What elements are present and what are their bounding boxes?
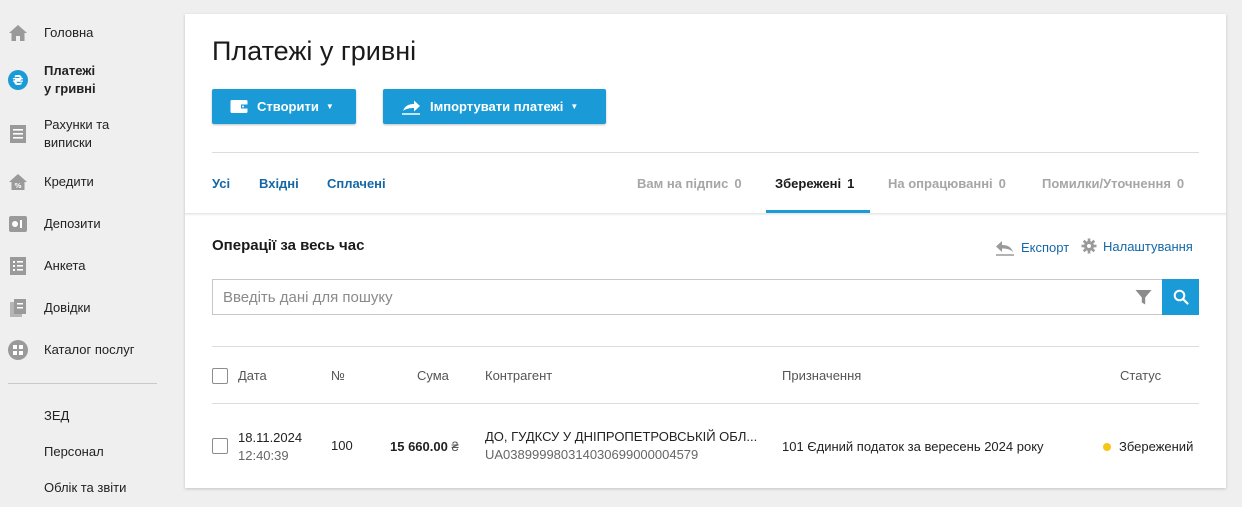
- sidebar-item-label: Головна: [44, 25, 94, 40]
- tab-label: Збережені: [775, 176, 842, 191]
- import-button-label: Імпортувати платежі: [430, 99, 564, 114]
- row-number: 100: [331, 438, 353, 453]
- sidebar-subitem-personnel[interactable]: Персонал: [44, 444, 104, 459]
- payments-card: Платежі у гривні Створити ▼ Імпортувати …: [185, 14, 1226, 488]
- tab-incoming[interactable]: Вхідні: [259, 176, 299, 191]
- sidebar-item-label: Платежі: [44, 63, 96, 78]
- form-icon: [8, 256, 28, 276]
- sidebar-item-label-line2: виписки: [44, 135, 92, 150]
- credit-icon: %: [8, 172, 28, 192]
- divider: [212, 152, 1199, 153]
- tab-errors[interactable]: Помилки/Уточнення 0: [1042, 176, 1184, 191]
- sidebar-item-label-line2: у гривні: [44, 81, 96, 96]
- settings-label: Налаштування: [1103, 238, 1193, 254]
- select-all-checkbox[interactable]: [212, 368, 228, 384]
- statement-icon: [8, 124, 28, 144]
- filter-icon[interactable]: [1135, 289, 1152, 309]
- table-header-divider: [212, 403, 1199, 404]
- tab-label: На опрацюванні: [888, 176, 993, 191]
- catalog-icon: [8, 340, 28, 360]
- sidebar-subitem-accounting[interactable]: Облік та звіти: [44, 480, 126, 495]
- search-icon: [1173, 289, 1189, 305]
- sidebar: Головна ₴ Платежі у гривні Рахунки та ви…: [0, 0, 170, 507]
- sidebar-item-docs[interactable]: Довідки: [0, 298, 170, 318]
- hryvnia-currency: ₴: [451, 439, 459, 454]
- sidebar-divider: [8, 383, 157, 384]
- sidebar-item-label: Депозити: [44, 216, 101, 231]
- sidebar-item-label: Довідки: [44, 300, 91, 315]
- sidebar-item-label: Кредити: [44, 174, 94, 189]
- search-box: [212, 279, 1199, 315]
- sidebar-item-payments[interactable]: ₴ Платежі у гривні: [0, 62, 170, 98]
- sidebar-subitem-zed[interactable]: ЗЕД: [44, 408, 69, 423]
- status-badge: Збережений: [1119, 439, 1194, 454]
- search-button[interactable]: [1162, 279, 1199, 315]
- tabs-shadow: [185, 213, 1226, 216]
- sidebar-item-home[interactable]: Головна: [0, 23, 170, 43]
- column-header-sum[interactable]: Сума: [417, 368, 449, 383]
- tab-paid[interactable]: Сплачені: [327, 176, 386, 191]
- row-sum: 15 660.00 ₴: [390, 439, 459, 454]
- tab-processing[interactable]: На опрацюванні 0: [888, 176, 1006, 191]
- operations-title: Операції за весь час: [212, 237, 365, 254]
- create-button-label: Створити: [257, 99, 319, 114]
- row-time: 12:40:39: [238, 448, 289, 463]
- export-label: Експорт: [1021, 239, 1070, 255]
- column-header-date[interactable]: Дата: [238, 368, 267, 383]
- tab-all[interactable]: Усі: [212, 176, 230, 191]
- sidebar-item-label: Рахунки та: [44, 117, 110, 132]
- tab-to-sign[interactable]: Вам на підпис 0: [637, 176, 742, 191]
- wallet-icon: [230, 99, 248, 114]
- row-checkbox[interactable]: [212, 438, 228, 454]
- row-purpose: 101 Єдиний податок за вересень 2024 року: [782, 439, 1044, 454]
- table-divider: [212, 346, 1199, 347]
- status-dot: [1103, 443, 1111, 451]
- gear-icon: [1081, 238, 1097, 254]
- column-header-counterparty[interactable]: Контрагент: [485, 368, 552, 383]
- svg-text:₴: ₴: [12, 74, 23, 89]
- column-header-purpose[interactable]: Призначення: [782, 368, 861, 383]
- row-iban: UA038999980314030699000004579: [485, 447, 699, 462]
- tab-count: 1: [847, 176, 855, 191]
- tab-label: Вам на підпис: [637, 176, 729, 191]
- column-header-status[interactable]: Статус: [1120, 368, 1161, 383]
- tab-count: 0: [998, 176, 1006, 191]
- docs-icon: [8, 298, 28, 318]
- sidebar-item-catalog[interactable]: Каталог послуг: [0, 340, 170, 360]
- column-header-number[interactable]: №: [331, 368, 345, 383]
- row-sum-value: 15 660.00: [390, 439, 448, 454]
- page-title: Платежі у гривні: [212, 36, 417, 66]
- home-icon: [8, 23, 28, 43]
- export-link[interactable]: Експорт: [995, 238, 1069, 256]
- deposit-icon: [8, 214, 28, 234]
- undo-arrow-icon: [995, 238, 1015, 256]
- chevron-down-icon: ▼: [325, 102, 334, 111]
- sidebar-item-statements[interactable]: Рахунки та виписки: [0, 116, 170, 152]
- share-arrow-icon: [401, 99, 421, 115]
- row-date: 18.11.2024: [238, 430, 303, 445]
- sidebar-item-deposits[interactable]: Депозити: [0, 214, 170, 234]
- import-payments-button[interactable]: Імпортувати платежі ▼: [383, 89, 606, 124]
- svg-text:%: %: [14, 182, 21, 190]
- tab-label: Помилки/Уточнення: [1042, 176, 1171, 191]
- row-counterparty: ДО, ГУДКСУ У ДНІПРОПЕТРОВСЬКІЙ ОБЛ...: [485, 429, 758, 444]
- chevron-down-icon: ▼: [570, 102, 579, 111]
- settings-link[interactable]: Налаштування: [1081, 238, 1193, 254]
- create-button[interactable]: Створити ▼: [212, 89, 356, 124]
- sidebar-item-label: Каталог послуг: [44, 342, 135, 357]
- tab-count: 0: [734, 176, 742, 191]
- tab-count: 0: [1176, 176, 1185, 191]
- search-input[interactable]: [213, 280, 1133, 314]
- sidebar-item-credits[interactable]: % Кредити: [0, 172, 170, 192]
- hryvnia-icon: ₴: [8, 70, 28, 90]
- sidebar-item-form[interactable]: Анкета: [0, 256, 170, 276]
- tab-saved[interactable]: Збережені 1: [775, 176, 854, 191]
- sidebar-item-label: Анкета: [44, 258, 86, 273]
